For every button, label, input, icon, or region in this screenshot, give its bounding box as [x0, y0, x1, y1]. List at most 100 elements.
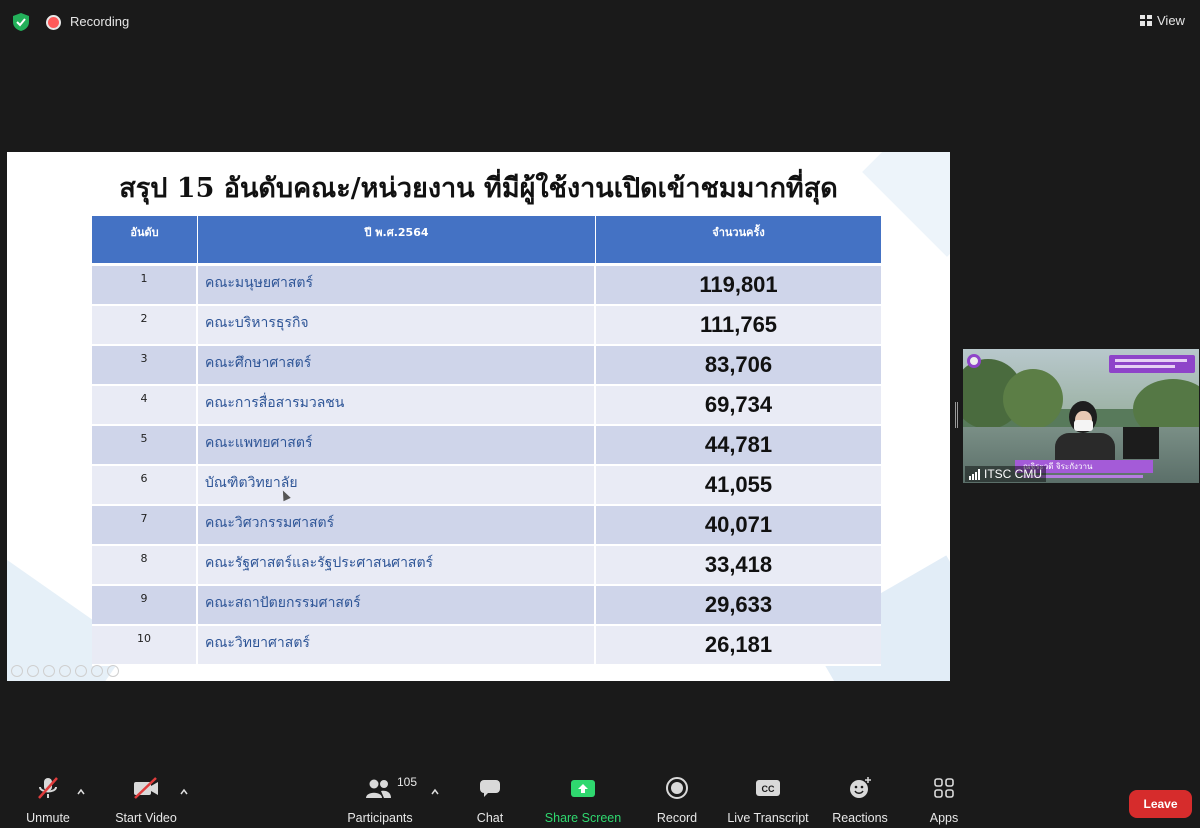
- subtitle-icon[interactable]: [91, 665, 103, 677]
- reactions-button[interactable]: Reactions: [830, 770, 890, 828]
- prev-slide-icon[interactable]: [11, 665, 23, 677]
- view-count-cell: 40,071: [704, 512, 773, 537]
- record-label: Record: [656, 811, 698, 825]
- header-count: จำนวนครั้ง: [712, 226, 765, 239]
- view-count-cell: 69,734: [704, 392, 773, 417]
- start-video-button[interactable]: Start Video: [110, 770, 182, 828]
- participants-button[interactable]: 105 Participants: [344, 770, 418, 828]
- reaction-emoji-icon: [847, 770, 873, 806]
- participants-label: Participants: [347, 811, 413, 825]
- chat-label: Chat: [476, 811, 504, 825]
- chat-bubble-icon: [478, 770, 502, 806]
- table-row: 7 คณะวิศวกรรมศาสตร์ 40,071: [92, 506, 881, 546]
- share-screen-icon: [570, 770, 596, 806]
- rank-cell: 5: [92, 426, 198, 464]
- faculty-name-cell: คณะวิศวกรรมศาสตร์: [198, 506, 596, 544]
- participants-options-chevron-icon[interactable]: [431, 788, 439, 796]
- recording-label[interactable]: Recording: [70, 14, 129, 29]
- zoom-icon[interactable]: [75, 665, 87, 677]
- table-row: 8 คณะรัฐศาสตร์และรัฐประศาสนศาสตร์ 33,418: [92, 546, 881, 586]
- participant-video-tile[interactable]: ณจิระวดี จิระกังวาน ITSC CMU: [963, 349, 1199, 483]
- faculty-name-cell: คณะรัฐศาสตร์และรัฐประศาสนศาสตร์: [198, 546, 596, 584]
- share-screen-button[interactable]: Share Screen: [543, 770, 623, 828]
- svg-text:CC: CC: [762, 784, 775, 794]
- header-rank: อันดับ: [92, 216, 198, 263]
- participants-icon: 105: [344, 770, 418, 806]
- closed-caption-icon: CC: [755, 770, 781, 806]
- table-row: 2 คณะบริหารธุรกิจ 111,765: [92, 306, 881, 346]
- view-button[interactable]: View: [1140, 8, 1196, 32]
- slide-controls: [11, 665, 119, 677]
- table-row: 1 คณะมนุษยศาสตร์ 119,801: [92, 266, 881, 306]
- view-count-cell: 111,765: [699, 312, 778, 337]
- leave-meeting-button[interactable]: Leave: [1129, 790, 1192, 818]
- view-count-cell: 44,781: [704, 432, 773, 457]
- rank-cell: 1: [92, 266, 198, 304]
- rank-cell: 6: [92, 466, 198, 504]
- view-count-cell: 33,418: [704, 552, 773, 577]
- rank-cell: 4: [92, 386, 198, 424]
- table-row: 4 คณะการสื่อสารมวลชน 69,734: [92, 386, 881, 426]
- faculty-name-cell: คณะสถาปัตยกรรมศาสตร์: [198, 586, 596, 624]
- apps-icon: [933, 770, 955, 806]
- participant-name-label: ITSC CMU: [965, 466, 1046, 482]
- unmute-button[interactable]: Unmute: [22, 770, 74, 828]
- live-transcript-label: Live Transcript: [727, 811, 809, 825]
- view-count-cell: 41,055: [704, 472, 773, 497]
- slide-title: สรุป 15 อันดับคณะ/หน่วยงาน ที่มีผู้ใช้งา…: [119, 173, 838, 204]
- grid-view-icon: [1140, 14, 1152, 26]
- header-year: ปี พ.ศ.2564: [198, 216, 596, 263]
- slides-icon[interactable]: [59, 665, 71, 677]
- table-row: 5 คณะแพทยศาสตร์ 44,781: [92, 426, 881, 466]
- table-body: 1 คณะมนุษยศาสตร์ 119,801 2 คณะบริหารธุรกิจ 11…: [92, 266, 881, 666]
- table-header: อันดับ ปี พ.ศ.2564 จำนวนครั้ง: [92, 216, 881, 263]
- faculty-name-cell: คณะการสื่อสารมวลชน: [198, 386, 596, 424]
- participants-count: 105: [397, 775, 418, 789]
- table-row: 6 บัณฑิตวิทยาลัย 41,055: [92, 466, 881, 506]
- reactions-label: Reactions: [832, 811, 888, 825]
- shared-screen-slide: สรุป 15 อันดับคณะ/หน่วยงาน ที่มีผู้ใช้งา…: [7, 152, 950, 681]
- video-off-icon: [131, 770, 161, 806]
- pen-icon[interactable]: [43, 665, 55, 677]
- video-logo-icon: [967, 354, 981, 368]
- unmute-label: Unmute: [26, 811, 70, 825]
- more-icon[interactable]: [107, 665, 119, 677]
- rank-cell: 8: [92, 546, 198, 584]
- table-row: 10 คณะวิทยาศาสตร์ 26,181: [92, 626, 881, 666]
- faculty-name-cell: คณะมนุษยศาสตร์: [198, 266, 596, 304]
- faculty-name-cell: คณะบริหารธุรกิจ: [198, 306, 596, 344]
- meeting-toolbar: Unmute Start Video 105 Participants Chat…: [0, 770, 1200, 828]
- rank-cell: 3: [92, 346, 198, 384]
- ranking-table: อันดับ ปี พ.ศ.2564 จำนวนครั้ง 1 คณะมนุษยศ…: [92, 216, 881, 666]
- panel-resize-handle[interactable]: [955, 402, 958, 428]
- table-row: 9 คณะสถาปัตยกรรมศาสตร์ 29,633: [92, 586, 881, 626]
- view-count-cell: 26,181: [704, 632, 773, 657]
- view-count-cell: 119,801: [699, 272, 778, 297]
- participant-name: ITSC CMU: [984, 467, 1042, 481]
- video-background-banner: [1109, 355, 1195, 373]
- chat-button[interactable]: Chat: [466, 770, 514, 828]
- faculty-name-cell: บัณฑิตวิทยาลัย: [198, 466, 596, 504]
- faculty-name-cell: คณะแพทยศาสตร์: [198, 426, 596, 464]
- apps-button[interactable]: Apps: [922, 770, 966, 828]
- rank-cell: 7: [92, 506, 198, 544]
- meeting-top-bar: Recording View: [0, 0, 1200, 44]
- recording-indicator-icon[interactable]: [46, 15, 61, 30]
- rank-cell: 2: [92, 306, 198, 344]
- audio-options-chevron-icon[interactable]: [77, 788, 85, 796]
- connection-signal-icon: [969, 468, 980, 480]
- rank-cell: 9: [92, 586, 198, 624]
- video-options-chevron-icon[interactable]: [180, 788, 188, 796]
- record-icon: [665, 770, 689, 806]
- next-slide-icon[interactable]: [27, 665, 39, 677]
- faculty-name-cell: คณะวิทยาศาสตร์: [198, 626, 596, 664]
- live-transcript-button[interactable]: CC Live Transcript: [725, 770, 811, 828]
- view-count-cell: 29,633: [704, 592, 773, 617]
- security-shield-icon[interactable]: [11, 12, 31, 32]
- share-screen-label: Share Screen: [544, 811, 622, 825]
- start-video-label: Start Video: [115, 811, 177, 825]
- apps-label: Apps: [929, 811, 959, 825]
- record-button[interactable]: Record: [653, 770, 701, 828]
- view-label: View: [1157, 12, 1185, 28]
- view-count-cell: 83,706: [704, 352, 773, 377]
